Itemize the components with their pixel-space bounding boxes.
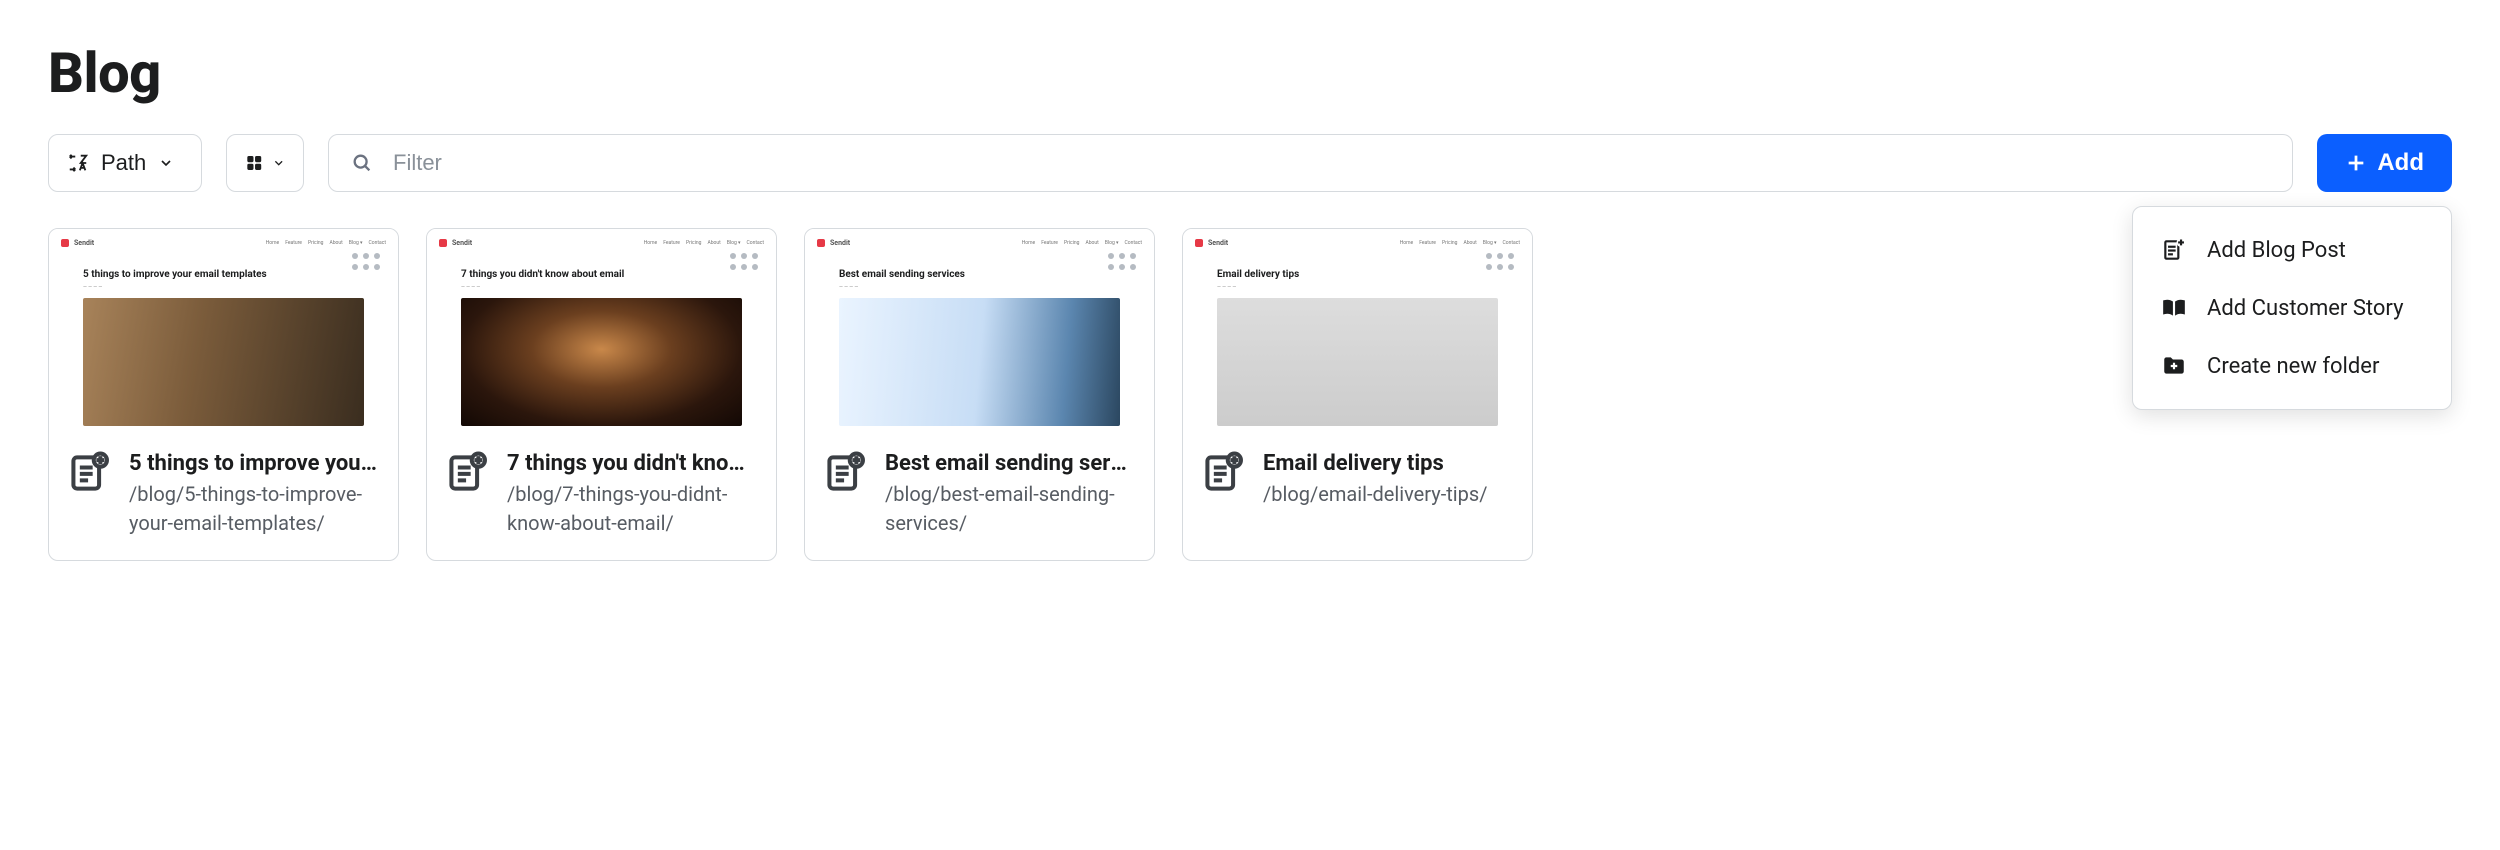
card-thumbnail: Sendit HomeFeaturePricing AboutBlog ▾Con… <box>1183 229 1532 433</box>
mini-nav-links: HomeFeaturePricing AboutBlog ▾Contact <box>644 240 764 246</box>
mini-hero-image <box>461 298 742 426</box>
mini-meta: — — — — <box>83 284 386 290</box>
add-label: Add <box>2377 149 2424 177</box>
mini-title: Best email sending services <box>839 269 1142 280</box>
sort-label: Path <box>101 150 146 176</box>
grid-icon <box>245 152 264 174</box>
content-grid: Sendit HomeFeaturePricing AboutBlog ▾Con… <box>48 228 2452 561</box>
card-path: /blog/5-things-to-improve-your-email-tem… <box>129 480 379 538</box>
page-add-icon <box>445 451 489 495</box>
mini-meta: — — — — <box>839 284 1142 290</box>
filter-field[interactable] <box>328 134 2293 192</box>
mini-nav-links: HomeFeaturePricing AboutBlog ▾Contact <box>1022 240 1142 246</box>
add-button[interactable]: Add <box>2317 134 2452 192</box>
page-title: Blog <box>48 40 2452 106</box>
card-title: 7 things you didn't know ... <box>507 451 757 476</box>
plus-icon <box>2345 152 2367 174</box>
filter-input[interactable] <box>391 149 2270 177</box>
drag-handle-icon[interactable] <box>1108 253 1136 270</box>
sort-az-icon <box>67 152 89 174</box>
mini-brand: Sendit <box>74 239 94 247</box>
menu-item-add-customer-story[interactable]: Add Customer Story <box>2133 279 2451 337</box>
content-card[interactable]: Sendit HomeFeaturePricing AboutBlog ▾Con… <box>426 228 777 561</box>
card-path: /blog/7-things-you-didnt-know-about-emai… <box>507 480 757 538</box>
chevron-down-icon <box>158 155 174 171</box>
drag-handle-icon[interactable] <box>352 253 380 270</box>
card-path: /blog/best-email-sending-services/ <box>885 480 1135 538</box>
view-toggle[interactable] <box>226 134 304 192</box>
book-open-icon <box>2161 295 2187 321</box>
content-card[interactable]: Sendit HomeFeaturePricing AboutBlog ▾Con… <box>48 228 399 561</box>
chevron-down-icon <box>272 155 285 171</box>
page-add-icon <box>67 451 111 495</box>
mini-logo-icon <box>1195 239 1203 247</box>
content-card[interactable]: Sendit HomeFeaturePricing AboutBlog ▾Con… <box>804 228 1155 561</box>
drag-handle-icon[interactable] <box>1486 253 1514 270</box>
mini-logo-icon <box>439 239 447 247</box>
mini-brand: Sendit <box>1208 239 1228 247</box>
mini-hero-image <box>839 298 1120 426</box>
search-icon <box>351 152 373 174</box>
page-add-icon <box>823 451 867 495</box>
drag-handle-icon[interactable] <box>730 253 758 270</box>
card-path: /blog/email-delivery-tips/ <box>1263 480 1487 509</box>
mini-hero-image <box>1217 298 1498 426</box>
menu-item-label: Add Blog Post <box>2207 238 2346 263</box>
card-title: 5 things to improve your ... <box>129 451 379 476</box>
mini-title: 7 things you didn't know about email <box>461 269 764 280</box>
mini-title: Email delivery tips <box>1217 269 1520 280</box>
menu-item-add-blog-post[interactable]: Add Blog Post <box>2133 221 2451 279</box>
mini-title: 5 things to improve your email templates <box>83 269 386 280</box>
card-title: Best email sending servi... <box>885 451 1135 476</box>
menu-item-label: Create new folder <box>2207 354 2379 379</box>
mini-hero-image <box>83 298 364 426</box>
mini-nav-links: HomeFeaturePricing AboutBlog ▾Contact <box>1400 240 1520 246</box>
sort-select[interactable]: Path <box>48 134 202 192</box>
toolbar: Path Add Add Blog Post <box>48 134 2452 192</box>
mini-brand: Sendit <box>830 239 850 247</box>
mini-logo-icon <box>61 239 69 247</box>
mini-brand: Sendit <box>452 239 472 247</box>
mini-logo-icon <box>817 239 825 247</box>
mini-meta: — — — — <box>461 284 764 290</box>
card-thumbnail: Sendit HomeFeaturePricing AboutBlog ▾Con… <box>49 229 398 433</box>
menu-item-label: Add Customer Story <box>2207 296 2403 321</box>
content-card[interactable]: Sendit HomeFeaturePricing AboutBlog ▾Con… <box>1182 228 1533 561</box>
page-add-icon <box>1201 451 1245 495</box>
add-menu: Add Blog Post Add Customer Story Create … <box>2132 206 2452 410</box>
card-thumbnail: Sendit HomeFeaturePricing AboutBlog ▾Con… <box>805 229 1154 433</box>
mini-nav-links: HomeFeaturePricing AboutBlog ▾Contact <box>266 240 386 246</box>
card-title: Email delivery tips <box>1263 451 1487 476</box>
card-thumbnail: Sendit HomeFeaturePricing AboutBlog ▾Con… <box>427 229 776 433</box>
folder-add-icon <box>2161 353 2187 379</box>
mini-meta: — — — — <box>1217 284 1520 290</box>
page-add-icon <box>2161 237 2187 263</box>
menu-item-create-folder[interactable]: Create new folder <box>2133 337 2451 395</box>
